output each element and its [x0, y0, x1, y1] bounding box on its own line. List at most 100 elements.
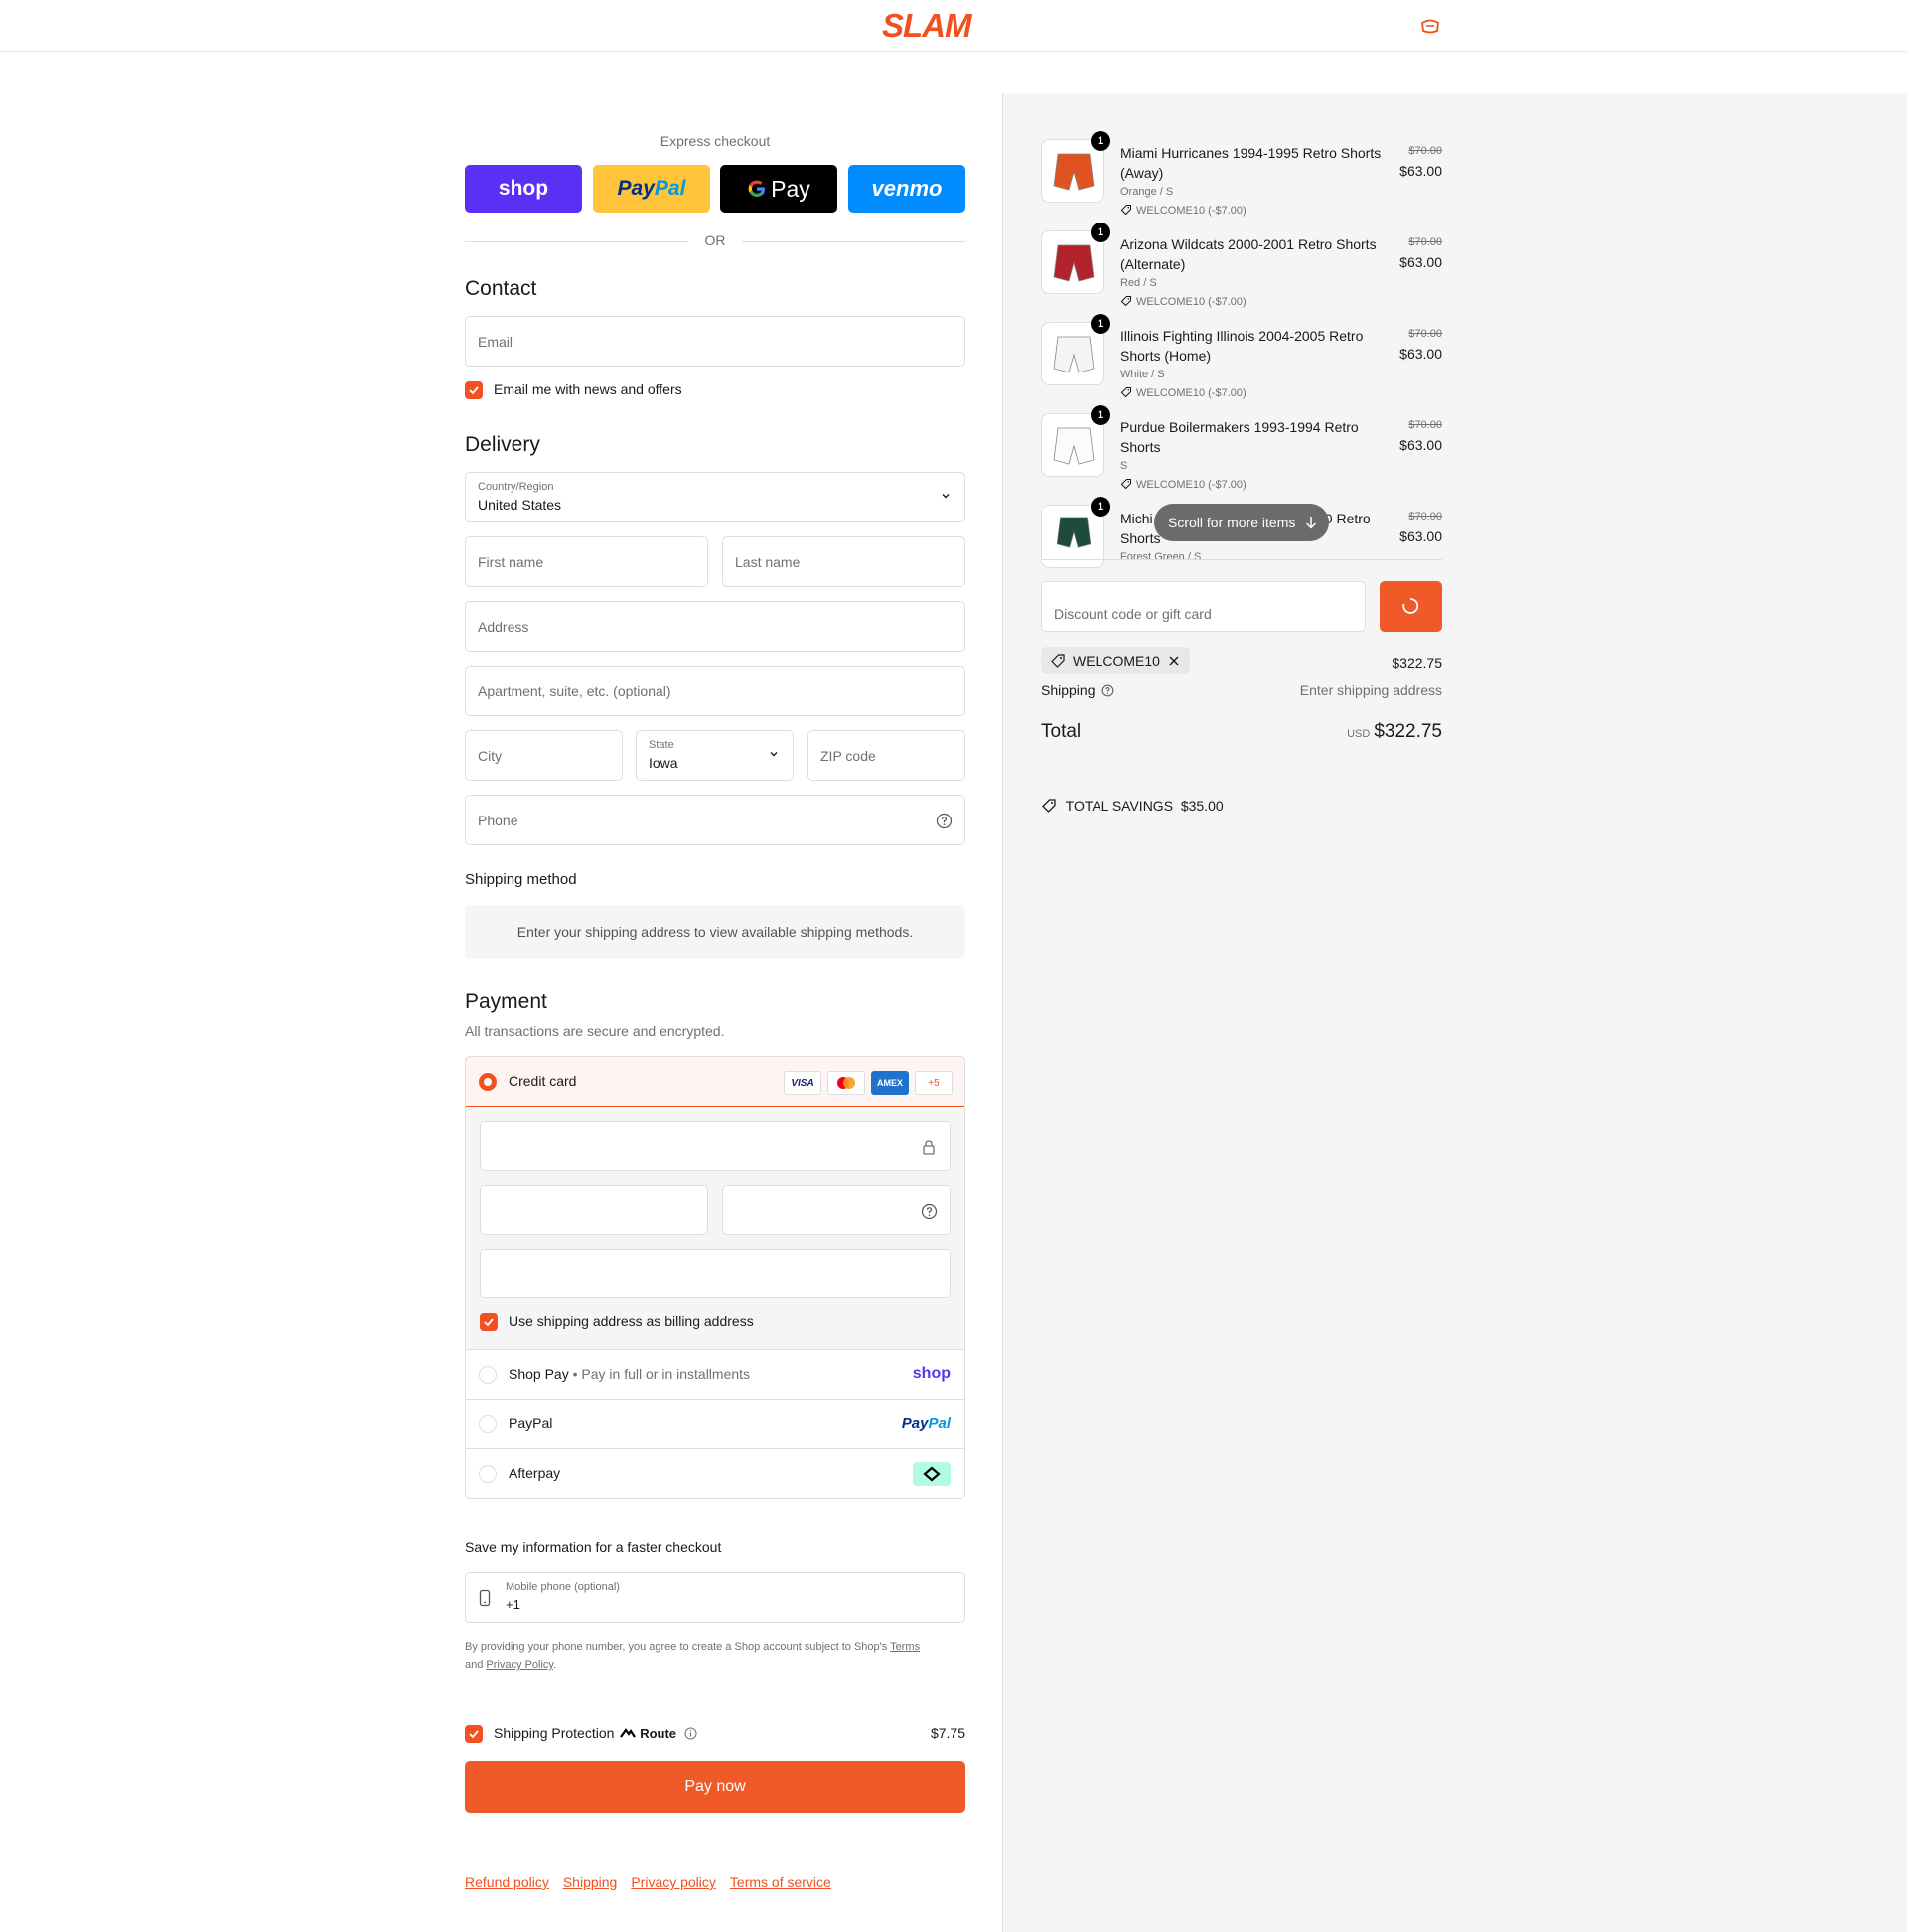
item-original-price: $70.00 — [1408, 419, 1442, 431]
billing-checkbox[interactable] — [480, 1313, 498, 1331]
more-cards-badge: +5 — [915, 1071, 953, 1095]
refund-policy-link[interactable]: Refund policy — [465, 1874, 549, 1890]
quantity-badge: 1 — [1091, 131, 1110, 151]
applied-discount-tag: WELCOME10 — [1041, 647, 1190, 674]
total-label: Total — [1041, 721, 1082, 742]
item-variant: White / S — [1120, 369, 1165, 380]
item-original-price: $70.00 — [1408, 236, 1442, 248]
terms-link[interactable]: Terms — [890, 1641, 920, 1653]
total-savings: TOTAL SAVINGS $35.00 — [1041, 798, 1224, 814]
expiration-field[interactable] — [480, 1185, 708, 1235]
privacy-policy-link[interactable]: Privacy policy — [631, 1874, 716, 1890]
item-discount: WELCOME10 (-$7.00) — [1120, 295, 1247, 308]
tag-icon — [1120, 478, 1132, 490]
item-price: $63.00 — [1399, 437, 1442, 453]
apartment-field[interactable]: Apartment, suite, etc. (optional) — [465, 666, 965, 716]
payment-methods: Credit card VISA AMEX +5 Use shipping ad… — [465, 1056, 965, 1499]
phone-field[interactable]: Phone — [465, 795, 965, 845]
help-icon[interactable] — [1101, 684, 1114, 697]
city-field[interactable]: City — [465, 730, 623, 781]
help-icon[interactable] — [921, 1203, 938, 1220]
google-icon — [748, 180, 766, 197]
item-title: Arizona Wildcats 2000-2001 Retro Shorts … — [1120, 236, 1377, 272]
visa-icon: VISA — [784, 1071, 821, 1095]
item-original-price: $70.00 — [1408, 145, 1442, 157]
paypal-button[interactable]: Pay Pal — [593, 165, 710, 213]
state-select[interactable]: State Iowa — [636, 730, 794, 781]
afterpay-option[interactable]: Afterpay — [466, 1448, 964, 1498]
shop-terms-text: By providing your phone number, you agre… — [465, 1641, 921, 1671]
mobile-icon — [479, 1589, 491, 1607]
shipping-method-note: Enter your shipping address to view avai… — [465, 905, 965, 959]
tag-icon — [1120, 204, 1132, 216]
privacy-link[interactable]: Privacy Policy — [486, 1659, 553, 1671]
address-field[interactable]: Address — [465, 601, 965, 652]
item-discount: WELCOME10 (-$7.00) — [1120, 478, 1247, 491]
mobile-phone-field[interactable]: Mobile phone (optional) +1 — [465, 1572, 965, 1623]
shop-pay-option[interactable]: Shop Pay • Pay in full or in installment… — [466, 1349, 964, 1399]
amex-icon: AMEX — [871, 1071, 909, 1095]
shipping-protection-price: $7.75 — [930, 1725, 965, 1741]
check-icon — [469, 1730, 479, 1739]
cart-item: 1 Purdue Boilermakers 1993-1994 Retro Sho… — [1041, 405, 1442, 493]
item-discount: WELCOME10 (-$7.00) — [1120, 204, 1247, 217]
zip-field[interactable]: ZIP code — [807, 730, 965, 781]
credit-card-option[interactable]: Credit card VISA AMEX +5 — [466, 1057, 964, 1107]
shop-pay-radio[interactable] — [479, 1366, 497, 1384]
mastercard-icon — [827, 1071, 865, 1095]
card-number-field[interactable] — [480, 1121, 951, 1171]
paypal-logo: PayPal — [901, 1415, 951, 1432]
cart-item: 1 Arizona Wildcats 2000-2001 Retro Shorts… — [1041, 223, 1442, 310]
shop-pay-button[interactable]: shop — [465, 165, 582, 213]
cart-item: 1 Miami Hurricanes 1994-1995 Retro Shorts… — [1041, 131, 1442, 219]
item-original-price: $70.00 — [1408, 328, 1442, 340]
help-icon[interactable] — [936, 813, 953, 829]
chevron-down-icon — [942, 494, 950, 499]
lock-icon — [923, 1140, 935, 1155]
paypal-radio[interactable] — [479, 1415, 497, 1433]
country-select[interactable]: Country/Region United States — [465, 472, 965, 522]
check-icon — [484, 1318, 494, 1327]
card-details: Use shipping address as billing address — [466, 1108, 964, 1349]
paypal-option[interactable]: PayPal PayPal — [466, 1399, 964, 1448]
google-pay-button[interactable]: Pay — [720, 165, 837, 213]
shop-pay-logo: shop — [912, 1365, 951, 1382]
scroll-more-items[interactable]: Scroll for more items — [1154, 504, 1329, 541]
item-variant: Orange / S — [1120, 186, 1174, 198]
security-code-field[interactable] — [722, 1185, 951, 1235]
payment-subtitle: All transactions are secure and encrypte… — [465, 1023, 725, 1039]
last-name-field[interactable]: Last name — [722, 536, 965, 587]
item-variant: S — [1120, 460, 1128, 472]
shipping-summary-label: Shipping — [1041, 682, 1114, 698]
contact-heading: Contact — [465, 277, 537, 300]
info-icon[interactable] — [684, 1727, 697, 1740]
email-field[interactable]: Email — [465, 316, 965, 367]
tag-icon — [1042, 799, 1056, 813]
afterpay-radio[interactable] — [479, 1465, 497, 1483]
site-header: SLAM — [0, 0, 1907, 52]
credit-card-radio[interactable] — [479, 1073, 497, 1091]
footer-links: Refund policy Shipping Privacy policy Terms… — [465, 1874, 845, 1890]
cart-icon[interactable] — [1420, 17, 1440, 35]
item-variant: Forest Green / S — [1120, 551, 1202, 563]
slam-logo[interactable]: SLAM — [882, 8, 1023, 44]
quantity-badge: 1 — [1091, 223, 1110, 242]
express-checkout-label: Express checkout — [660, 133, 771, 149]
terms-of-service-link[interactable]: Terms of service — [730, 1874, 831, 1890]
item-price: $63.00 — [1399, 346, 1442, 362]
remove-discount-icon[interactable] — [1168, 655, 1180, 667]
news-label: Email me with news and offers — [494, 381, 682, 397]
quantity-badge: 1 — [1091, 314, 1110, 334]
pay-now-button[interactable]: Pay now — [465, 1761, 965, 1813]
news-checkbox[interactable] — [465, 381, 483, 399]
apply-discount-button[interactable] — [1380, 581, 1442, 632]
shipping-protection-checkbox[interactable] — [465, 1725, 483, 1743]
shipping-link[interactable]: Shipping — [563, 1874, 618, 1890]
venmo-button[interactable]: venmo — [848, 165, 965, 213]
route-logo-icon — [620, 1728, 637, 1738]
quantity-badge: 1 — [1091, 497, 1110, 517]
item-original-price: $70.00 — [1408, 511, 1442, 522]
discount-code-field[interactable]: Discount code or gift card — [1041, 581, 1366, 632]
name-on-card-field[interactable] — [480, 1249, 951, 1298]
first-name-field[interactable]: First name — [465, 536, 708, 587]
